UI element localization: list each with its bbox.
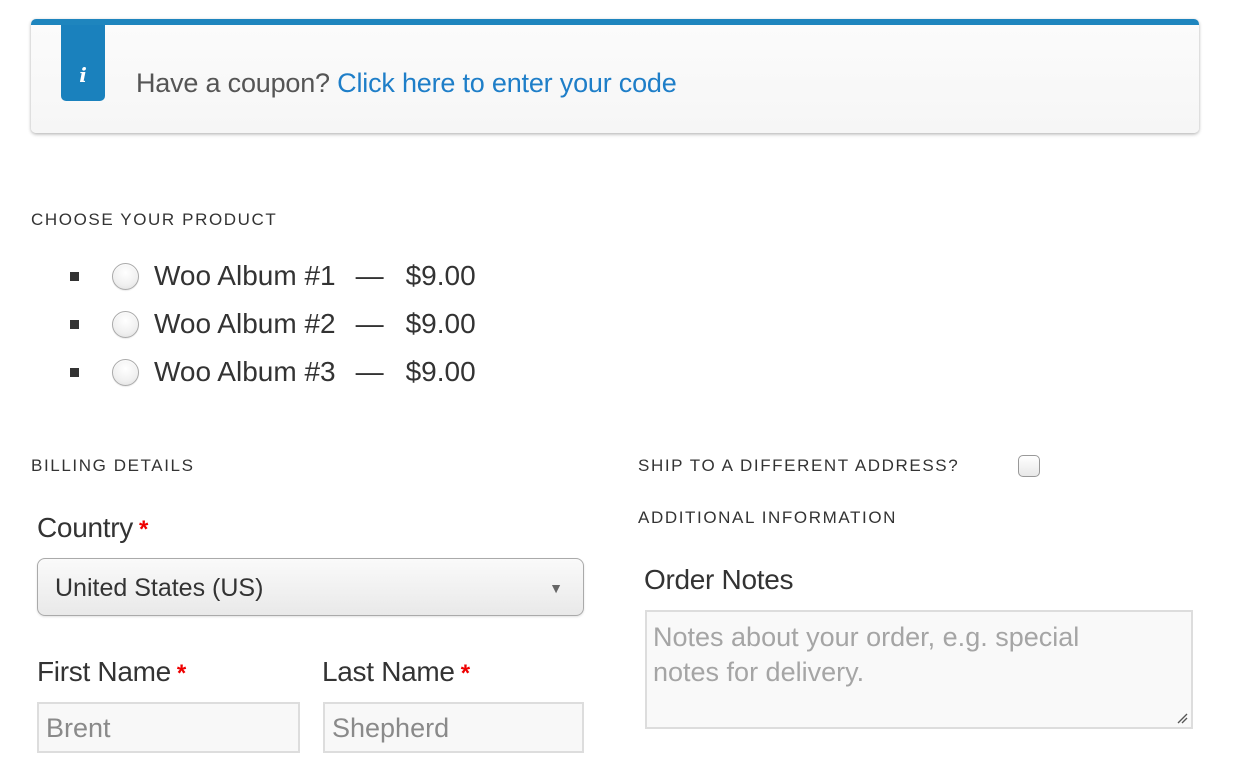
product-name: Woo Album #1 xyxy=(154,260,336,291)
last-name-label: Last Name * xyxy=(322,656,470,688)
ship-different-address-heading: Ship to a different address? xyxy=(638,456,960,475)
required-mark: * xyxy=(460,660,470,687)
required-mark: * xyxy=(138,516,148,543)
last-name-input[interactable]: Shepherd xyxy=(323,702,584,753)
first-name-label: First Name * xyxy=(37,656,186,688)
required-mark: * xyxy=(176,660,186,687)
product-radio[interactable] xyxy=(112,358,139,386)
first-name-input[interactable]: Brent xyxy=(37,702,300,753)
bullet-icon xyxy=(70,367,79,377)
product-name: Woo Album #3 xyxy=(154,356,336,387)
additional-information-heading: Additional Information xyxy=(638,508,898,527)
country-select[interactable]: United States (US) ▼ xyxy=(37,558,584,616)
last-name-label-text: Last Name xyxy=(322,656,455,687)
product-price: $9.00 xyxy=(405,308,476,339)
product-price: $9.00 xyxy=(405,260,476,291)
order-notes-placeholder: Notes about your order, e.g. special not… xyxy=(653,622,1080,687)
coupon-text: Have a coupon? xyxy=(136,68,330,98)
coupon-notice: i Have a coupon? Click here to enter you… xyxy=(31,19,1199,133)
product-option[interactable]: Woo Album #1 — $9.00 xyxy=(70,252,476,300)
product-list: Woo Album #1 — $9.00 Woo Album #2 — $9.0… xyxy=(70,252,476,396)
product-price: $9.00 xyxy=(405,356,476,387)
country-label-text: Country xyxy=(37,512,133,543)
enter-coupon-link[interactable]: Click here to enter your code xyxy=(337,68,677,98)
bullet-icon xyxy=(70,319,79,329)
product-option[interactable]: Woo Album #3 — $9.00 xyxy=(70,348,476,396)
bullet-icon xyxy=(70,271,79,281)
product-radio[interactable] xyxy=(112,262,139,290)
order-notes-textarea[interactable]: Notes about your order, e.g. special not… xyxy=(645,610,1193,729)
coupon-message: Have a coupon? Click here to enter your … xyxy=(136,68,677,99)
separator: — xyxy=(355,356,384,387)
info-icon: i xyxy=(61,25,105,101)
product-name: Woo Album #2 xyxy=(154,308,336,339)
choose-product-heading: Choose Your Product xyxy=(31,210,278,229)
billing-details-heading: Billing Details xyxy=(31,456,195,475)
product-option[interactable]: Woo Album #2 — $9.00 xyxy=(70,300,476,348)
country-value: United States (US) xyxy=(55,574,264,602)
separator: — xyxy=(355,308,384,339)
first-name-label-text: First Name xyxy=(37,656,171,687)
ship-different-address-checkbox[interactable] xyxy=(1018,455,1040,477)
product-radio[interactable] xyxy=(112,310,139,338)
dropdown-arrow-icon: ▼ xyxy=(549,580,563,596)
resize-handle-icon[interactable] xyxy=(1176,712,1188,724)
separator: — xyxy=(355,260,384,291)
country-label: Country * xyxy=(37,512,148,544)
order-notes-label: Order Notes xyxy=(644,564,794,595)
